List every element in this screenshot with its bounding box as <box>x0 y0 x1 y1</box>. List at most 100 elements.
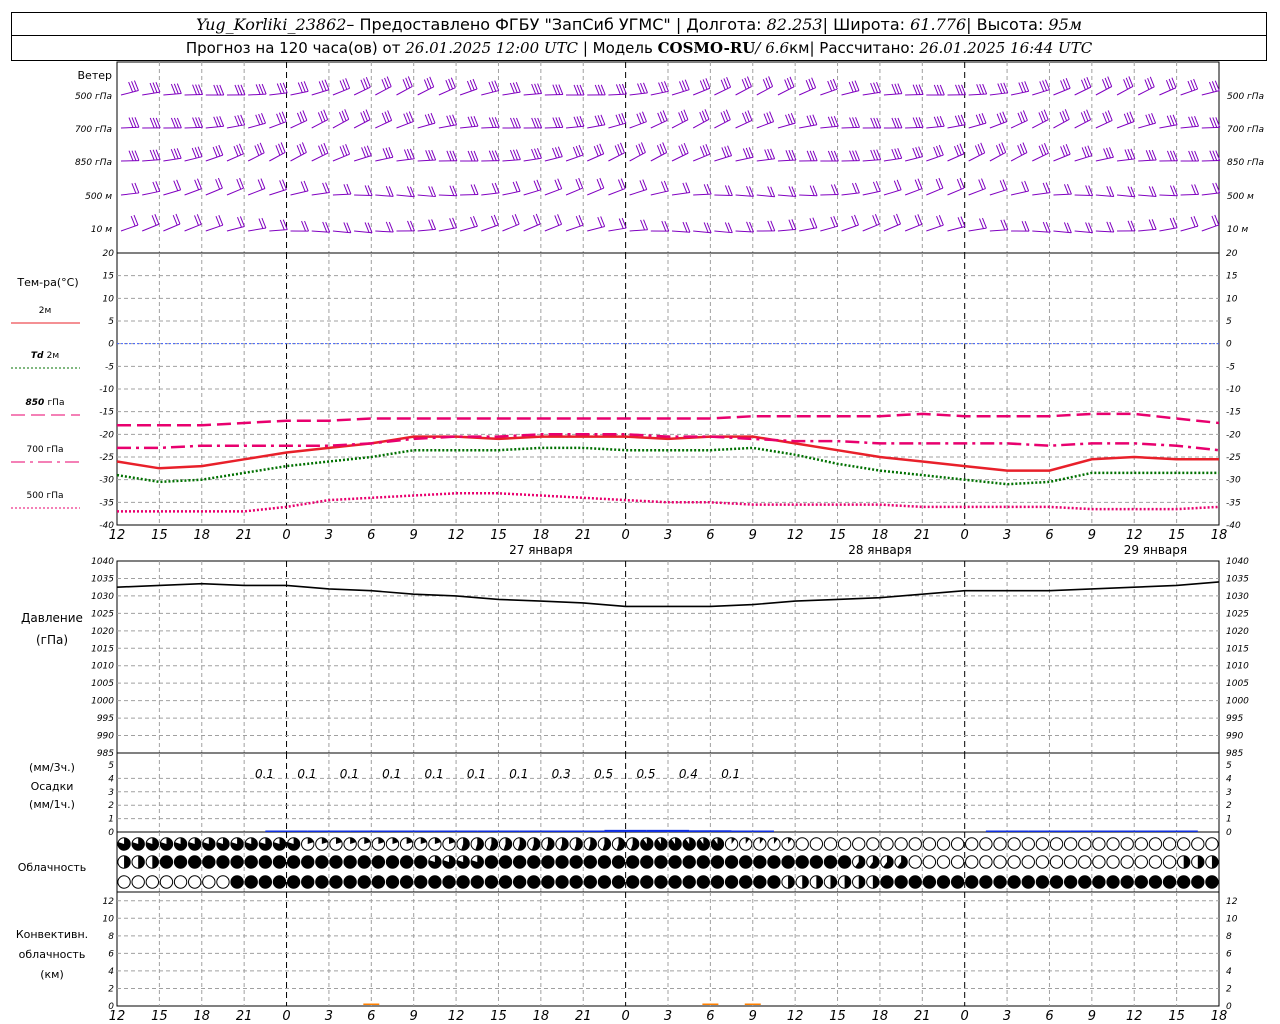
cloud-cover-symbol <box>936 837 951 851</box>
wind-barb-shaft <box>205 154 223 162</box>
hour-label-bottom: 18 <box>533 1009 550 1024</box>
wind-barb-shaft <box>629 189 647 196</box>
pressure-tick-left: 1025 <box>91 609 114 619</box>
wind-barb-shaft <box>565 224 584 232</box>
wind-barb-shaft <box>269 229 288 232</box>
cloud-cover-fill <box>1050 875 1063 889</box>
cloud-cover-fill <box>802 875 809 889</box>
cloud-cover-symbol <box>1092 837 1106 851</box>
cloud-cover-fill <box>442 875 456 889</box>
cloud-cover-fill <box>485 855 498 869</box>
cloud-cover-fill <box>725 875 738 889</box>
precip-bar <box>985 830 1029 832</box>
cloud-cover-fill <box>612 855 625 869</box>
cloud-cover-symbol <box>1148 837 1163 851</box>
wind-barb-shaft <box>1201 126 1220 129</box>
cloud-cover-symbol <box>117 875 131 889</box>
cloud-cover-fill <box>781 855 795 869</box>
cloud-cover-fill <box>965 875 978 889</box>
pressure-tick-left: 990 <box>97 732 114 742</box>
cloud-cover-fill <box>654 855 668 869</box>
precip-tick-right: 0 <box>1226 828 1232 838</box>
wind-barb-shaft <box>947 226 966 232</box>
temp-tick-left: -20 <box>99 430 114 440</box>
precip-bar <box>604 829 647 832</box>
cloud-cover-fill <box>937 875 950 889</box>
temp-tick-right: 0 <box>1226 340 1232 350</box>
temp-tick-right: 5 <box>1226 317 1232 327</box>
wind-barb-shaft <box>417 228 436 232</box>
wind-barb-shaft <box>989 92 1008 96</box>
wind-barb-shaft <box>905 126 924 129</box>
pressure-tick-right: 1030 <box>1226 592 1249 602</box>
cloud-cover-fill <box>569 875 583 889</box>
cloud-cover-fill <box>541 875 555 889</box>
pressure-tick-left: 1035 <box>91 574 114 584</box>
hour-label-top: 3 <box>1003 528 1011 543</box>
conv-unit: (км) <box>40 968 64 981</box>
cloud-cover-fill <box>909 875 922 889</box>
cloud-cover-fill <box>668 875 682 889</box>
cloud-cover-symbol <box>837 837 852 851</box>
cloud-cover-symbol <box>1021 855 1035 869</box>
cloud-cover-fill <box>372 855 385 869</box>
cloud-cover-symbol <box>809 837 824 851</box>
cloud-cover-fill <box>844 875 851 889</box>
pressure-tick-left: 1020 <box>91 627 114 637</box>
pressure-tick-right: 1015 <box>1226 644 1249 654</box>
wind-barb-shaft <box>1010 190 1029 196</box>
precip-tick-left: 2 <box>108 801 114 811</box>
cloud-cover-symbol <box>908 837 922 851</box>
hour-label-top: 18 <box>193 528 210 543</box>
temp-title: Тем-ра(°C) <box>16 276 78 289</box>
wind-barb-shaft <box>862 159 881 162</box>
wind-barb-shaft <box>1180 125 1199 129</box>
cloud-cover-fill <box>739 855 752 869</box>
wind-barb-shaft <box>396 158 415 162</box>
legend-label: 2м <box>39 306 52 316</box>
wind-barb-shaft <box>608 122 626 129</box>
wind-barb-shaft <box>523 157 542 162</box>
wind-barb-shaft <box>184 223 202 232</box>
wind-barb-shaft <box>629 229 648 232</box>
cloud-cover-symbol <box>852 837 866 851</box>
date-label: 29 января <box>1124 543 1187 557</box>
cloud-cover-fill <box>400 855 413 869</box>
hour-label-bottom: 6 <box>367 1009 375 1024</box>
conv-tick-left: 4 <box>108 967 114 977</box>
wind-barb-shaft <box>1074 155 1092 162</box>
wind-barb-shaft <box>671 89 690 96</box>
hour-label-bottom: 21 <box>236 1009 253 1024</box>
cloud-cover-fill <box>697 875 710 889</box>
precipitation-panel: 0.1 0.1 0.1 0.1 0.1 0.1 0.1 0.3 0.5 0.5 0.4 0.1 <box>255 767 1198 832</box>
precip-amount-label: 0.1 <box>382 767 401 781</box>
precip-bar <box>392 830 435 832</box>
precip-tick-left: 1 <box>108 815 114 825</box>
hour-label-bottom: 12 <box>448 1009 465 1024</box>
cloud-cover-fill <box>343 875 357 889</box>
precip-tick-left: 5 <box>108 761 114 771</box>
cloud-cover-symbol <box>950 837 965 851</box>
pressure-tick-left: 1010 <box>91 662 114 672</box>
wind-barb-shaft <box>841 90 860 96</box>
cloud-cover-symbol <box>173 875 188 889</box>
precip-amount-label: 0.1 <box>721 767 740 781</box>
cloud-cover-fill <box>259 855 272 869</box>
cloud-cover-fill <box>1183 855 1190 869</box>
hour-label-top: 21 <box>914 528 931 543</box>
wind-barb-shaft <box>438 124 457 129</box>
cloud-cover-symbol <box>131 875 145 889</box>
precip-bar <box>562 830 605 832</box>
precip-bar <box>646 829 690 832</box>
hour-label-bottom: 15 <box>1168 1009 1185 1024</box>
cloud-cover-symbol <box>1106 855 1120 869</box>
cloud-cover-fill <box>541 855 555 869</box>
pressure-tick-right: 985 <box>1226 749 1243 759</box>
wind-barb-shaft <box>417 122 436 129</box>
wind-barb-shaft <box>481 126 500 129</box>
cloud-cover-symbol <box>1120 837 1134 851</box>
wind-barb-shaft <box>926 125 945 129</box>
temp-tick-left: -15 <box>99 408 114 418</box>
cloud-cover-fill <box>894 875 908 889</box>
wind-barb-shaft <box>248 122 266 129</box>
